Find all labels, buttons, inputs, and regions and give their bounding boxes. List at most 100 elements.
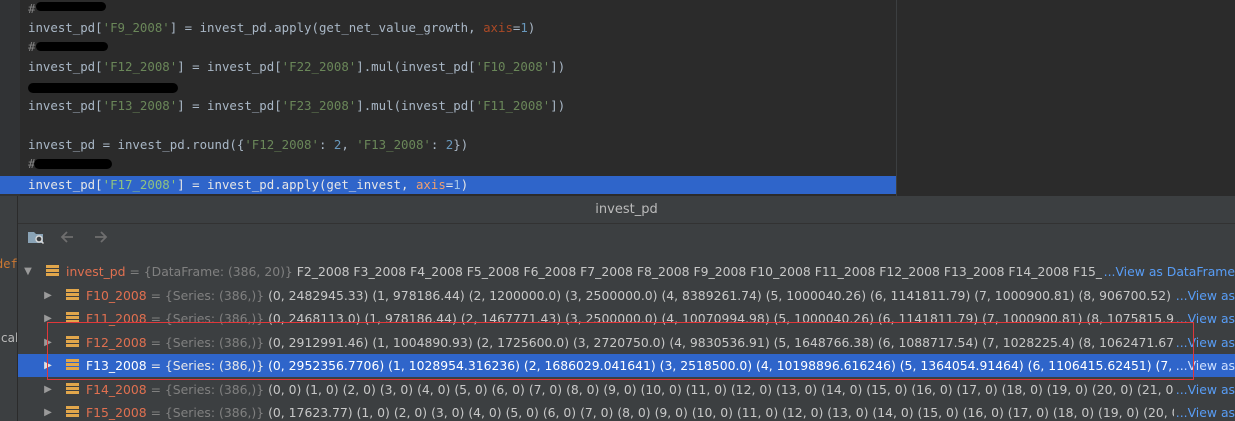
variable-name: F14_2008: [86, 381, 147, 397]
series-icon: [66, 288, 79, 302]
left-tool-strip: def cal: [0, 196, 18, 421]
variable-text: F14_2008 = {Series: (386,)} (0, 0) (1, 0…: [86, 378, 1235, 401]
code-line[interactable]: invest_pd['F13_2008'] = invest_pd['F23_2…: [28, 97, 565, 115]
code-token: invest_pd[: [28, 98, 103, 113]
variable-name: invest_pd: [66, 264, 126, 279]
code-token: axis: [415, 177, 446, 192]
equals-sign: =: [125, 264, 144, 279]
code-token: ]): [550, 59, 566, 74]
code-token: 'F23_2008': [281, 98, 357, 113]
code-token: 'F17_2008': [102, 177, 178, 192]
panel-title: invest_pd: [18, 196, 1235, 224]
code-token: ].mul(invest_pd[: [356, 98, 476, 113]
code-token: ].mul(invest_pd[: [356, 59, 476, 74]
code-token: axis: [483, 20, 513, 35]
variable-value: (0, 2952356.7706) (1, 1028954.316236) (2…: [268, 358, 1235, 373]
variable-row-series[interactable]: ▶ F10_2008 = {Series: (386,)} (0, 2482945…: [18, 283, 1235, 307]
code-editor[interactable]: # invest_pd['F9_2008'] = invest_pd.apply…: [0, 0, 1235, 196]
arrow-left-icon[interactable]: [56, 228, 80, 252]
code-token: 'F13_2008': [356, 137, 431, 152]
code-token: ): [527, 20, 536, 35]
code-token: :: [430, 137, 446, 152]
variable-text: F11_2008 = {Series: (386,)} (0, 2468113.…: [86, 307, 1235, 330]
code-token: ] = invest_pd[: [177, 59, 282, 74]
variable-row-series[interactable]: ▶ F12_2008 = {Series: (386,)} (0, 2912991…: [18, 330, 1235, 354]
variable-type: {Series: (386,)}: [164, 405, 269, 420]
code-token: ]): [550, 98, 566, 113]
code-line[interactable]: invest_pd['F9_2008'] = invest_pd.apply(g…: [28, 19, 535, 37]
view-as-series-link[interactable]: ...View as: [1173, 354, 1235, 377]
code-token: invest_pd[: [28, 177, 103, 192]
chevron-right-icon[interactable]: ▶: [42, 354, 54, 377]
chevron-right-icon[interactable]: ▶: [42, 331, 54, 354]
chevron-right-icon[interactable]: ▶: [42, 401, 54, 421]
code-token: ] = invest_pd[: [177, 98, 282, 113]
variable-row-series[interactable]: ▶ F11_2008 = {Series: (386,)} (0, 2468113…: [18, 307, 1235, 330]
code-token: ] = invest_pd.apply(get_invest,: [177, 177, 416, 192]
code-token: 'F12_2008': [244, 137, 319, 152]
debugger-toolbar: [18, 224, 1235, 256]
variable-text: F12_2008 = {Series: (386,)} (0, 2912991.…: [86, 331, 1235, 354]
chevron-right-icon[interactable]: ▶: [42, 307, 54, 330]
variable-value: (0, 2482945.33) (1, 978186.44) (2, 12000…: [268, 287, 1235, 303]
chevron-right-icon[interactable]: ▶: [42, 284, 54, 307]
variable-value: (0, 2912991.46) (1, 1004890.93) (2, 1725…: [268, 334, 1235, 350]
code-comment: #: [28, 1, 36, 16]
variable-name: F15_2008: [86, 405, 147, 420]
view-as-series-link[interactable]: ...View as: [1173, 377, 1235, 401]
variable-value: F2_2008 F3_2008 F4_2008 F5_2008 F6_2008 …: [296, 264, 1218, 279]
variable-type: {Series: (386,)}: [164, 287, 269, 303]
view-as-series-link[interactable]: ...View as: [1173, 401, 1235, 421]
right-margin-guide: [896, 0, 897, 196]
redaction-mark: [28, 83, 178, 93]
code-comment: #: [28, 39, 36, 54]
code-token: 'F10_2008': [475, 59, 551, 74]
code-token: }): [453, 137, 469, 152]
variable-row-dataframe[interactable]: ▼ invest_pd = {DataFrame: (386, 20)} F2_2…: [18, 260, 1235, 283]
equals-sign: =: [146, 334, 165, 350]
code-token: 'F13_2008': [102, 98, 178, 113]
variable-row-series[interactable]: ▶ F13_2008 = {Series: (386,)} (0, 2952356…: [18, 354, 1235, 377]
series-icon: [66, 335, 79, 349]
dataframe-icon: [46, 265, 59, 278]
code-token: 1: [520, 20, 528, 35]
code-token: 'F9_2008': [102, 20, 170, 35]
variable-text: F13_2008 = {Series: (386,)} (0, 2952356.…: [86, 354, 1235, 377]
view-as-series-link[interactable]: ...View as: [1173, 283, 1235, 307]
chevron-right-icon[interactable]: ▶: [42, 378, 54, 401]
variable-type: {Series: (386,)}: [164, 311, 269, 326]
view-as-dataframe-link[interactable]: ...View as DataFrame: [1101, 260, 1235, 283]
variable-row-series[interactable]: ▶ F15_2008 = {Series: (386,)} (0, 17623.7…: [18, 401, 1235, 421]
variable-type: {Series: (386,)}: [164, 358, 269, 373]
code-token: invest_pd[: [28, 59, 103, 74]
equals-sign: =: [146, 287, 165, 303]
arrow-right-icon[interactable]: [88, 228, 112, 252]
variable-type: {DataFrame: (386, 20)}: [143, 264, 297, 279]
redaction-mark: [36, 42, 108, 51]
code-token: 'F22_2008': [281, 59, 357, 74]
code-line[interactable]: invest_pd = invest_pd.round({'F12_2008':…: [28, 136, 468, 154]
code-token: 1: [453, 177, 461, 192]
code-line-current[interactable]: invest_pd['F17_2008'] = invest_pd.apply(…: [0, 176, 896, 194]
variable-text: F15_2008 = {Series: (386,)} (0, 17623.77…: [86, 401, 1235, 421]
view-as-series-link[interactable]: ...View as: [1173, 330, 1235, 354]
editor-gutter: [0, 0, 20, 196]
view-as-series-link[interactable]: ...View as: [1173, 307, 1235, 330]
code-token: :: [318, 137, 334, 152]
variable-row-series[interactable]: ▶ F14_2008 = {Series: (386,)} (0, 0) (1, …: [18, 377, 1235, 401]
variable-value: (0, 0) (1, 0) (2, 0) (3, 0) (4, 0) (5, 0…: [268, 381, 1235, 397]
series-icon: [66, 312, 79, 325]
redaction-mark: [36, 2, 106, 11]
variable-type: {Series: (386,)}: [164, 381, 269, 397]
left-strip-code-fragment: def: [0, 257, 18, 271]
variable-tree[interactable]: ▼ invest_pd = {DataFrame: (386, 20)} F2_2…: [18, 256, 1235, 421]
equals-sign: =: [146, 405, 165, 420]
code-token: invest_pd[: [28, 20, 103, 35]
code-token: ] = invest_pd.apply(get_net_value_growth…: [169, 20, 484, 35]
code-token: 'F12_2008': [102, 59, 178, 74]
chevron-down-icon[interactable]: ▼: [22, 260, 34, 283]
code-line[interactable]: invest_pd['F12_2008'] = invest_pd['F22_2…: [28, 58, 565, 76]
code-token: 'F11_2008': [475, 98, 551, 113]
left-strip-label: cal: [1, 331, 18, 345]
folder-watch-icon[interactable]: [24, 228, 48, 252]
